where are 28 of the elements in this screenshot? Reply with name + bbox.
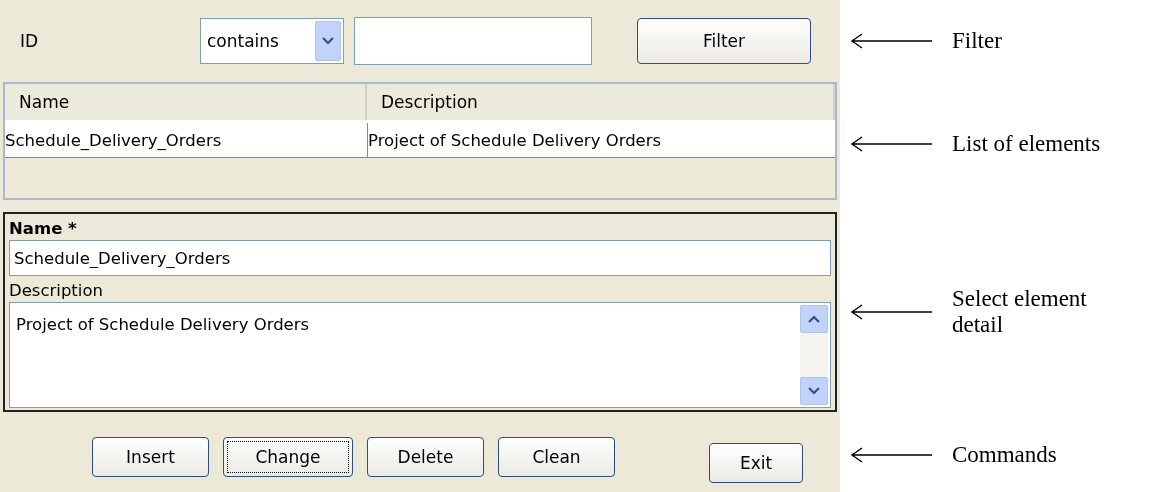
name-field[interactable]: Schedule_Delivery_Orders xyxy=(9,240,831,276)
annotation-text: Select element detail xyxy=(952,285,1088,339)
field-label: ID xyxy=(20,31,40,51)
exit-button[interactable]: Exit xyxy=(709,443,803,483)
command-button[interactable]: Change xyxy=(223,437,353,477)
filter-button[interactable]: Filter xyxy=(637,18,811,64)
arrow-icon xyxy=(850,136,934,152)
scroll-up-button[interactable] xyxy=(800,305,828,333)
description-field[interactable]: Project of Schedule Delivery Orders xyxy=(9,302,831,408)
table-cell: Project of Schedule Delivery Orders xyxy=(367,123,835,157)
chevron-down-icon xyxy=(808,387,820,395)
annotation-text: List of elements xyxy=(952,130,1102,158)
scroll-down-button[interactable] xyxy=(800,377,828,405)
command-button[interactable]: Delete xyxy=(367,437,484,477)
annotation-text: Filter xyxy=(952,27,1003,55)
field-label: Name * xyxy=(9,218,78,240)
operator-dropdown[interactable]: contains xyxy=(200,18,344,64)
command-button[interactable]: Insert xyxy=(92,437,209,477)
chevron-up-icon xyxy=(808,315,820,323)
chevron-down-icon xyxy=(322,37,334,45)
arrow-icon xyxy=(850,33,934,49)
table-cell-text: Schedule_Delivery_Orders xyxy=(5,129,223,152)
field-label: Description xyxy=(9,280,104,302)
command-button[interactable]: Clean xyxy=(498,437,615,477)
filter-field[interactable] xyxy=(354,17,592,65)
arrow-icon xyxy=(850,304,934,320)
annotation-text: Commands xyxy=(952,441,1058,469)
arrow-icon xyxy=(850,447,934,463)
